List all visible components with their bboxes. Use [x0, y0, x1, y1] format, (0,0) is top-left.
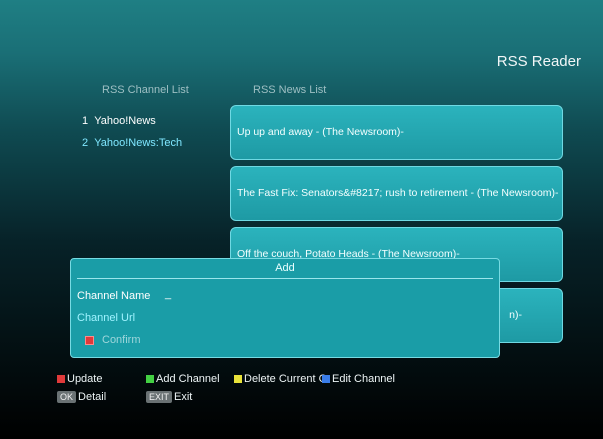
- confirm-icon: [85, 335, 94, 345]
- news-list-header: RSS News List: [253, 84, 327, 96]
- add-channel-label: Add Channel: [156, 373, 220, 385]
- dialog-title: Add: [275, 262, 295, 274]
- delete-channel-label: Delete Current C: [244, 373, 327, 385]
- news-title: The Fast Fix: Senators&#8217; rush to re…: [237, 187, 559, 199]
- news-item-1[interactable]: Up up and away - (The Newsroom)-: [230, 105, 563, 160]
- dialog-divider: [77, 278, 493, 279]
- channel-list-header: RSS Channel List: [102, 84, 189, 96]
- confirm-label: Confirm: [102, 334, 141, 346]
- detail-label: Detail: [78, 391, 107, 403]
- channel-name-label: Channel Name: [77, 290, 151, 302]
- channel-number: 1: [82, 115, 89, 127]
- exit-hint[interactable]: EXIT Exit: [146, 391, 192, 403]
- add-channel-dialog: Add Channel Name _ Channel Url Confirm: [70, 258, 500, 358]
- update-label: Update: [67, 373, 103, 385]
- channel-name: Yahoo!News: [94, 115, 156, 127]
- red-key-icon: [57, 375, 65, 383]
- confirm-button[interactable]: Confirm: [85, 334, 141, 346]
- add-channel-hint[interactable]: Add Channel: [146, 373, 220, 385]
- blue-key-icon: [322, 375, 330, 383]
- delete-channel-hint[interactable]: Delete Current C: [234, 373, 327, 385]
- channel-item-1[interactable]: 1 Yahoo!News: [82, 115, 156, 127]
- news-title: n)-: [509, 309, 522, 321]
- exit-key-icon: EXIT: [146, 391, 173, 403]
- app-title: RSS Reader: [496, 53, 581, 70]
- channel-url-label[interactable]: Channel Url: [77, 312, 135, 324]
- ok-key-icon: OK: [57, 391, 77, 403]
- edit-channel-hint[interactable]: Edit Channel: [322, 373, 395, 385]
- update-hint[interactable]: Update: [57, 373, 102, 385]
- edit-channel-label: Edit Channel: [332, 373, 395, 385]
- ok-detail-hint[interactable]: OK Detail: [57, 391, 106, 403]
- channel-name: Yahoo!News:Tech: [94, 137, 183, 149]
- channel-item-2[interactable]: 2 Yahoo!News:Tech: [82, 137, 182, 149]
- green-key-icon: [146, 375, 154, 383]
- rss-reader-screen: RSS Reader RSS Channel List RSS News Lis…: [0, 0, 603, 439]
- news-title: Up up and away - (The Newsroom)-: [237, 126, 404, 138]
- channel-name-input[interactable]: _: [165, 288, 171, 300]
- exit-label: Exit: [174, 391, 193, 403]
- yellow-key-icon: [234, 375, 242, 383]
- news-item-2[interactable]: The Fast Fix: Senators&#8217; rush to re…: [230, 166, 563, 221]
- channel-number: 2: [82, 137, 89, 149]
